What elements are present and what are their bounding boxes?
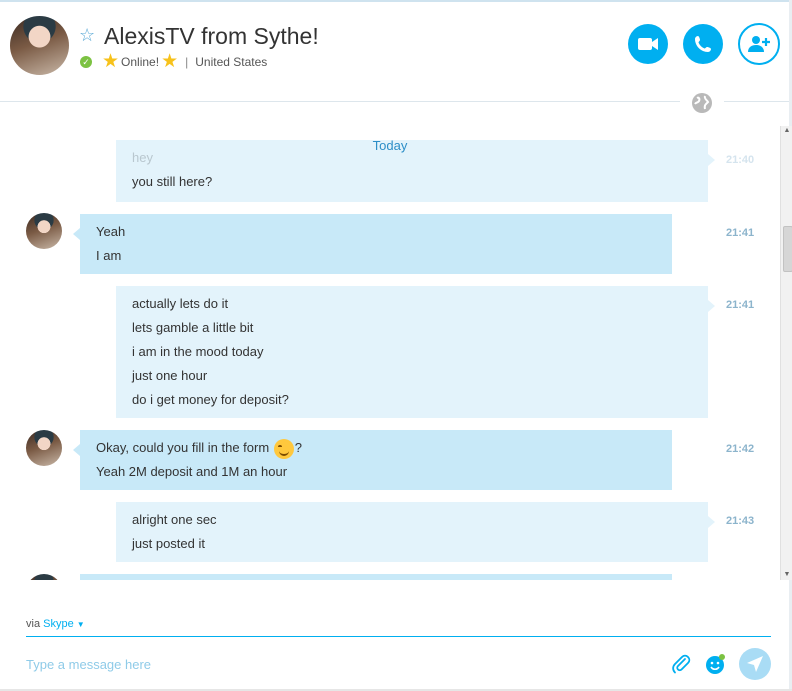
scroll-up-arrow-icon[interactable]: ▲ — [781, 126, 792, 136]
message-line: Okay, could you fill in the form ? — [96, 436, 656, 460]
contact-status-row: ✓ ★ Online! ★ | United States — [80, 52, 267, 72]
mood-star-icon: ★ — [161, 51, 179, 72]
header-divider — [0, 101, 680, 102]
video-call-button[interactable] — [628, 24, 668, 64]
message-line: just posted it — [132, 536, 205, 551]
message-line: lets gamble a little bit — [132, 320, 254, 335]
message-time: 21:41 — [726, 299, 755, 311]
contact-location: United States — [195, 55, 268, 69]
add-person-icon — [748, 36, 770, 52]
separator: | — [185, 55, 189, 69]
emoticon-grin-icon — [273, 438, 294, 459]
contact-avatar-small[interactable] — [26, 430, 62, 466]
phone-icon — [695, 36, 711, 52]
compose-divider — [26, 636, 771, 637]
voice-call-button[interactable] — [683, 24, 723, 64]
mood-star-icon: ★ — [102, 51, 120, 72]
message-bubble-me[interactable]: actually lets do it lets gamble a little… — [116, 286, 715, 418]
contact-name[interactable]: AlexisTV from Sythe! — [104, 22, 319, 50]
favorite-star-icon[interactable]: ☆ — [79, 25, 95, 45]
message-line: just one hour — [132, 368, 208, 383]
via-service[interactable]: Skype — [43, 618, 74, 630]
paperclip-icon — [672, 654, 691, 674]
send-icon — [747, 656, 763, 672]
message-line: alright one sec — [132, 512, 217, 527]
online-check-icon: ✓ — [80, 56, 92, 68]
status-message: Online! — [121, 55, 160, 69]
video-camera-icon — [638, 38, 658, 50]
header-divider — [724, 101, 789, 102]
send-via-selector[interactable]: via Skype ▼ — [26, 618, 85, 630]
send-button[interactable] — [739, 648, 771, 680]
message-line: I am — [96, 248, 122, 263]
contact-avatar-small[interactable] — [26, 213, 62, 249]
message-line: do i get money for deposit? — [132, 392, 289, 407]
message-bubble-contact[interactable] — [80, 574, 672, 580]
date-separator: Today — [372, 138, 408, 153]
scroll-down-arrow-icon[interactable]: ▼ — [781, 570, 792, 580]
chevron-down-icon[interactable]: ▼ — [77, 620, 85, 629]
globe-icon[interactable] — [691, 92, 713, 114]
conversation-header: ☆ AlexisTV from Sythe! ✓ ★ Online! ★ | U… — [0, 2, 789, 102]
message-time: 21:42 — [726, 443, 755, 455]
message-line: actually lets do it — [132, 296, 229, 311]
message-time: 21:41 — [726, 227, 755, 239]
message-line: Yeah — [96, 224, 126, 239]
message-time: 21:40 — [726, 154, 755, 166]
via-label: via — [26, 618, 41, 630]
chat-scrollbar[interactable]: ▲ ▼ — [780, 126, 792, 580]
scroll-thumb[interactable] — [783, 226, 792, 272]
add-people-button[interactable] — [738, 23, 780, 65]
message-line: i am in the mood today — [132, 344, 264, 359]
contact-avatar-small[interactable] — [26, 574, 62, 580]
message-bubble-contact[interactable]: Yeah I am — [73, 214, 672, 274]
message-line: Yeah 2M deposit and 1M an hour — [96, 464, 288, 479]
attach-button[interactable] — [670, 653, 692, 675]
emoticon-icon — [706, 654, 725, 674]
contact-avatar[interactable] — [10, 16, 69, 75]
message-bubble-me[interactable]: alright one sec just posted it — [116, 502, 715, 562]
emoticon-button[interactable] — [704, 653, 726, 675]
message-bubble-contact[interactable]: Okay, could you fill in the form ? Yeah … — [73, 430, 672, 490]
message-line: you still here? — [132, 174, 213, 189]
message-time: 21:43 — [726, 515, 755, 527]
message-input[interactable] — [26, 654, 626, 674]
message-history[interactable]: hey you still here? 21:40 Today Yeah I a… — [0, 118, 780, 580]
